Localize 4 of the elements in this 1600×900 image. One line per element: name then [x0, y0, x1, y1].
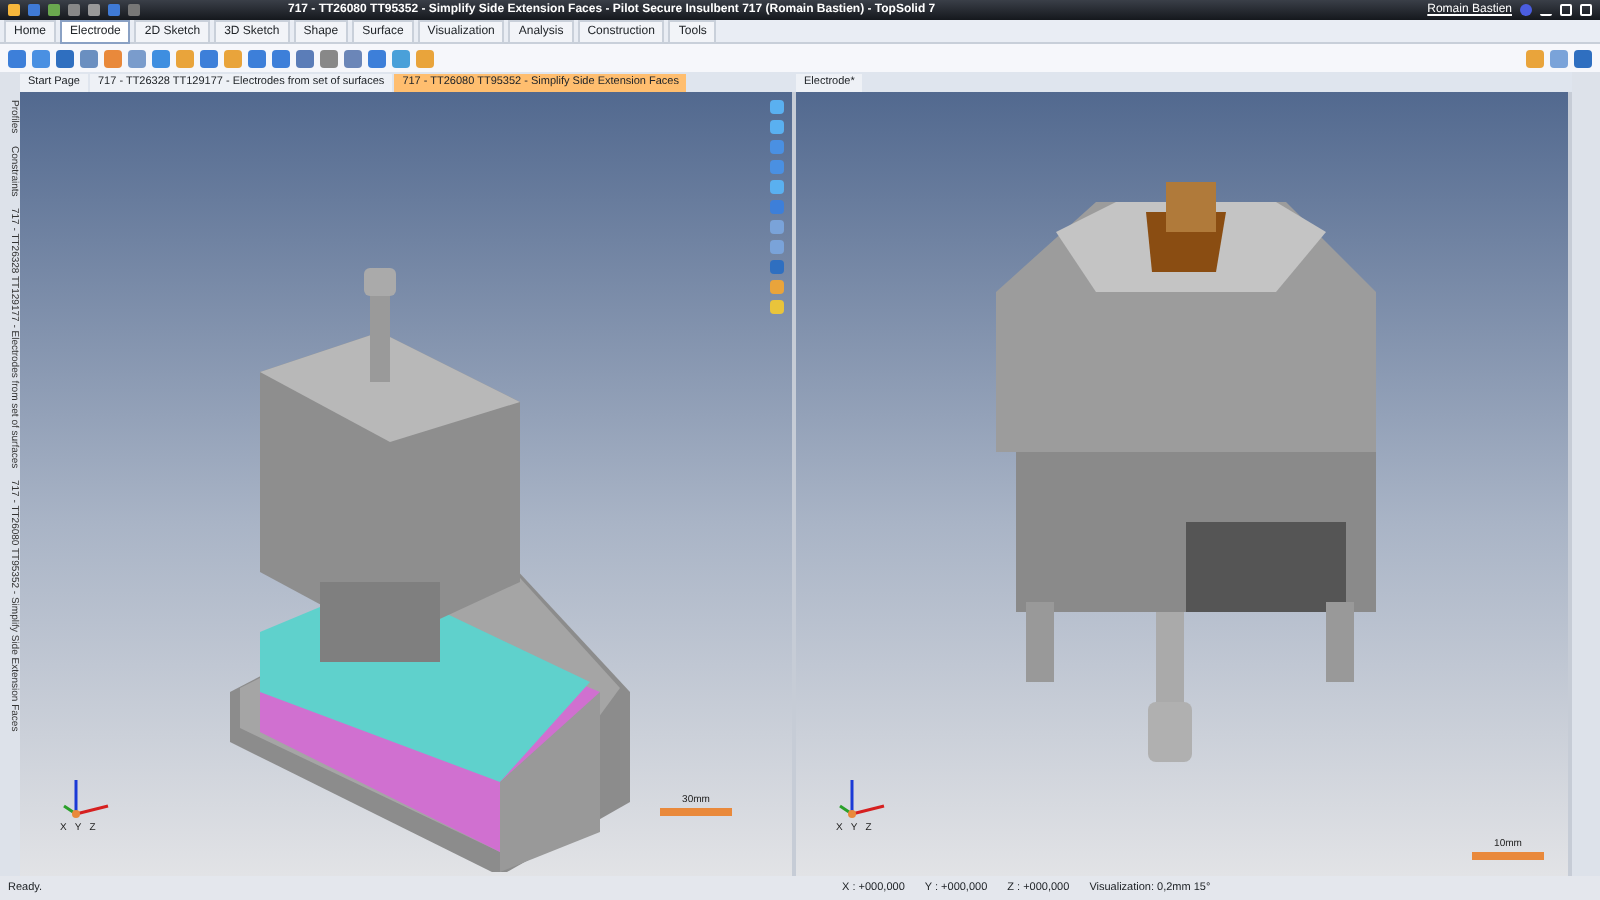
scale-bar	[1472, 852, 1544, 860]
scale-bar	[660, 808, 732, 816]
user-status-icon	[1520, 4, 1532, 16]
maximize-button-icon[interactable]	[1560, 4, 1572, 16]
